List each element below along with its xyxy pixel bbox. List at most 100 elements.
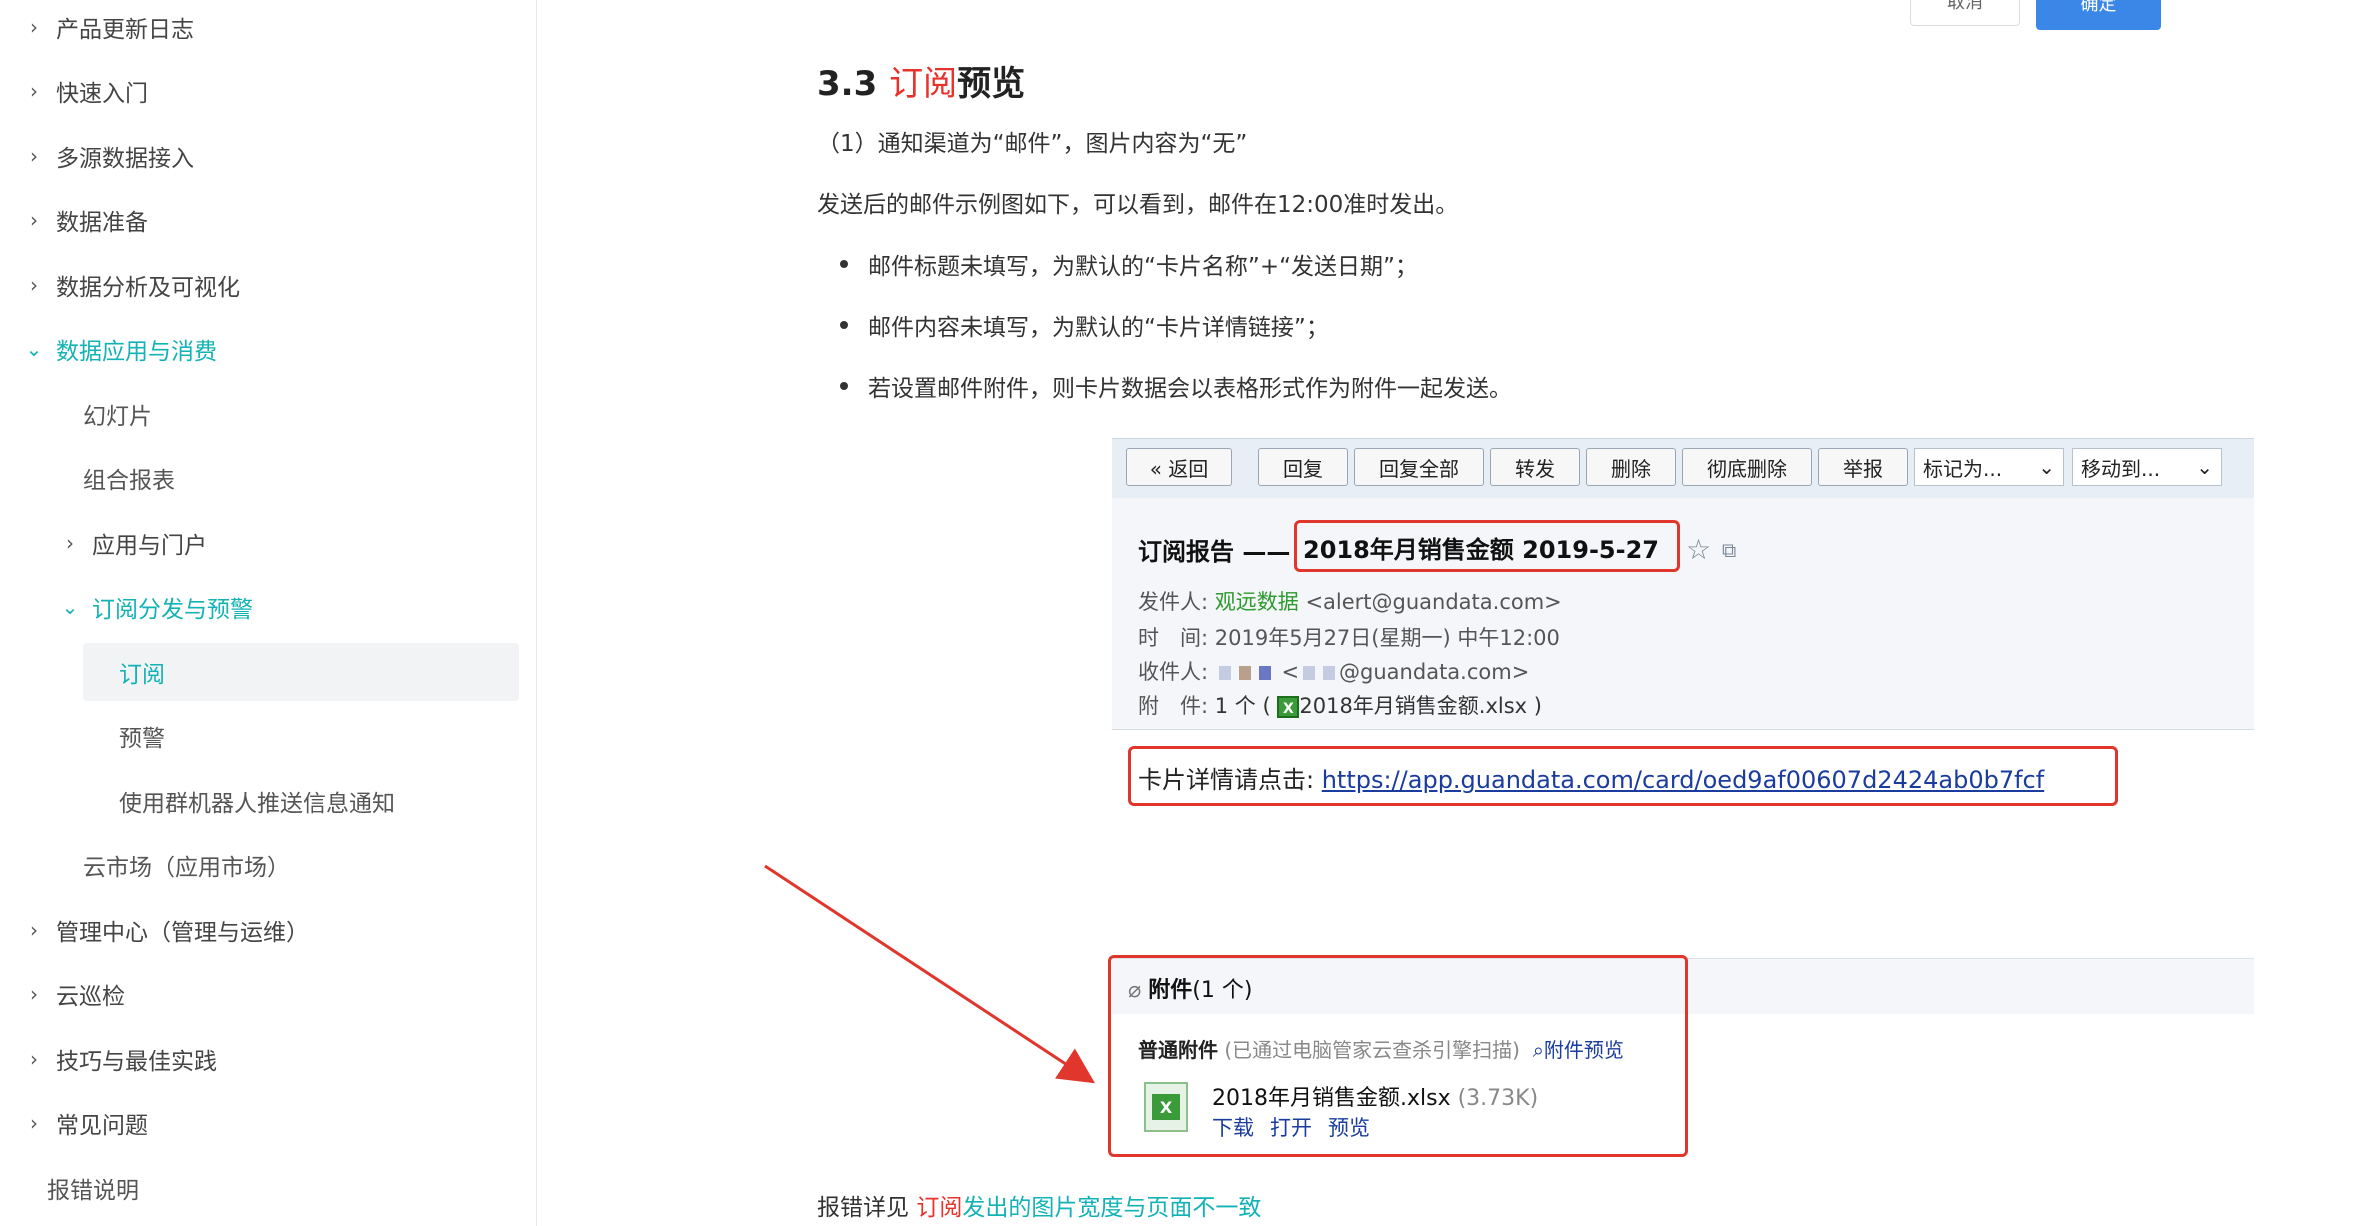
report-button[interactable]: 举报 xyxy=(1818,448,1908,486)
forward-button[interactable]: 转发 xyxy=(1490,448,1580,486)
sidebar-item-label: 幻灯片 xyxy=(83,404,152,430)
attach-file-link[interactable]: 2018年月销售金额.xlsx xyxy=(1299,694,1527,718)
redacted-block xyxy=(1218,666,1231,680)
sidebar-item-label: 技巧与最佳实践 xyxy=(56,1049,217,1075)
chevron-right-icon: › xyxy=(30,1111,38,1135)
sidebar-item-label: 报错说明 xyxy=(47,1178,139,1204)
highlight-box-attachment xyxy=(1108,955,1688,1157)
sidebar-item-label: 云巡检 xyxy=(56,984,125,1010)
sender-line: 发件人: 观远数据 <alert@guandata.com> xyxy=(1138,586,1562,616)
chevron-down-icon: ⌄ xyxy=(2038,455,2055,479)
sidebar-item-data-sources[interactable]: › 多源数据接入 xyxy=(22,139,194,173)
sidebar-item-slides[interactable]: 幻灯片 xyxy=(83,397,152,431)
move-to-select[interactable]: 移动到... ⌄ xyxy=(2072,448,2222,486)
popout-icon[interactable]: ⧉ xyxy=(1722,538,1736,562)
redacted-block xyxy=(1323,666,1336,680)
sidebar-item-combined-reports[interactable]: 组合报表 xyxy=(83,461,175,495)
attach-count: 1 个 ( xyxy=(1214,694,1278,718)
back-button[interactable]: « 返回 xyxy=(1126,448,1232,486)
highlight-box-subject xyxy=(1294,520,1680,572)
excel-icon: X xyxy=(1277,696,1300,718)
recipient-label: 收件人: xyxy=(1138,660,1215,684)
sender-email: <alert@guandata.com> xyxy=(1298,590,1562,614)
heading-rest: 预览 xyxy=(957,64,1026,104)
sidebar-item-label: 预警 xyxy=(119,726,165,752)
sidebar-item-label: 组合报表 xyxy=(83,468,175,494)
bullet-item: 邮件内容未填写，为默认的“卡片详情链接”； xyxy=(840,308,1329,342)
sidebar-item-alert[interactable]: 预警 xyxy=(119,719,165,753)
sidebar-item-subscribe-alert[interactable]: ⌄ 订阅分发与预警 xyxy=(58,590,253,624)
sidebar-item-label: 数据应用与消费 xyxy=(56,339,217,365)
attach-close: ) xyxy=(1527,694,1542,718)
sender-name[interactable]: 观远数据 xyxy=(1215,590,1299,614)
sidebar-item-tips[interactable]: › 技巧与最佳实践 xyxy=(22,1042,217,1076)
sender-label: 发件人: xyxy=(1138,590,1215,614)
chevron-right-icon: › xyxy=(30,273,38,297)
chevron-right-icon: › xyxy=(30,79,38,103)
chevron-right-icon: › xyxy=(30,1047,38,1071)
email-title-prefix: 订阅报告 —— xyxy=(1138,538,1291,566)
sidebar-item-data-prep[interactable]: › 数据准备 xyxy=(22,203,148,237)
sidebar-item-analysis[interactable]: › 数据分析及可视化 xyxy=(22,268,240,302)
redacted-block xyxy=(1238,666,1251,680)
bullet-item: 若设置邮件附件，则卡片数据会以表格形式作为附件一起发送。 xyxy=(840,369,1512,403)
sidebar-item-cloud-market[interactable]: 云市场（应用市场） xyxy=(83,848,290,882)
sidebar-item-quickstart[interactable]: › 快速入门 xyxy=(22,74,148,108)
chevron-down-icon: ⌄ xyxy=(25,337,43,361)
mark-as-select[interactable]: 标记为... ⌄ xyxy=(1914,448,2064,486)
sidebar-item-label: 常见问题 xyxy=(56,1113,148,1139)
cancel-button[interactable]: 取消 xyxy=(1910,0,2020,26)
sidebar-item-label: 多源数据接入 xyxy=(56,146,194,172)
time-label: 时 间: xyxy=(1138,626,1215,650)
sidebar-item-admin-center[interactable]: › 管理中心（管理与运维） xyxy=(22,913,309,947)
chevron-down-icon: ⌄ xyxy=(2196,455,2213,479)
delete-button[interactable]: 删除 xyxy=(1586,448,1676,486)
description-text: 发送后的邮件示例图如下，可以看到，邮件在12:00准时发出。 xyxy=(817,192,1459,218)
chevron-right-icon: › xyxy=(30,918,38,942)
sidebar-item-label: 订阅 xyxy=(119,662,165,688)
permanent-delete-button[interactable]: 彻底删除 xyxy=(1682,448,1812,486)
bullet-text: 邮件内容未填写，为默认的“卡片详情链接”； xyxy=(868,315,1329,341)
mark-as-label: 标记为... xyxy=(1923,456,2003,481)
chevron-right-icon: › xyxy=(30,982,38,1006)
chevron-right-icon: › xyxy=(30,144,38,168)
heading-highlight: 订阅 xyxy=(889,64,958,104)
redacted-block xyxy=(1303,666,1316,680)
sidebar-item-label: 快速入门 xyxy=(56,81,148,107)
bullet-item: 邮件标题未填写，为默认的“卡片名称”+“发送日期”； xyxy=(840,247,1418,281)
confirm-button[interactable]: 确定 xyxy=(2036,0,2161,30)
item-1-text: （1）通知渠道为“邮件”，图片内容为“无” xyxy=(817,131,1248,157)
attach-label: 附 件: xyxy=(1138,694,1215,718)
attach-line: 附 件: 1 个 ( X 2018年月销售金额.xlsx ) xyxy=(1138,690,1542,720)
recipient-line: 收件人: < @guandata.com> xyxy=(1138,660,1530,684)
sidebar-item-label: 云市场（应用市场） xyxy=(83,855,290,881)
chevron-down-icon: ⌄ xyxy=(61,595,79,619)
bullet-text: 若设置邮件附件，则卡片数据会以表格形式作为附件一起发送。 xyxy=(868,376,1512,402)
footer-link[interactable]: 发出的图片宽度与页面不一致 xyxy=(962,1195,1261,1221)
sidebar-item-group-robot[interactable]: 使用群机器人推送信息通知 xyxy=(119,784,395,818)
chevron-right-icon: › xyxy=(30,15,38,39)
sidebar-item-label: 数据分析及可视化 xyxy=(56,275,240,301)
reply-all-button[interactable]: 回复全部 xyxy=(1354,448,1484,486)
sidebar-item-label: 应用与门户 xyxy=(92,533,207,559)
move-to-label: 移动到... xyxy=(2081,456,2161,481)
recipient-email: @guandata.com> xyxy=(1339,660,1530,684)
highlight-box-card-link xyxy=(1128,746,2118,806)
sidebar-item-changelog[interactable]: › 产品更新日志 xyxy=(22,10,194,44)
sidebar-item-label: 管理中心（管理与运维） xyxy=(56,920,309,946)
reply-button[interactable]: 回复 xyxy=(1258,448,1348,486)
heading-number: 3.3 xyxy=(817,64,890,104)
section-heading: 3.3 订阅预览 xyxy=(817,56,1025,105)
sidebar-item-data-apps[interactable]: ⌄ 数据应用与消费 xyxy=(22,332,217,366)
sidebar-item-label: 使用群机器人推送信息通知 xyxy=(119,791,395,817)
star-icon[interactable]: ☆ xyxy=(1686,533,1711,566)
footer-highlight[interactable]: 订阅 xyxy=(916,1195,962,1221)
sidebar-item-errors[interactable]: 报错说明 xyxy=(47,1171,139,1205)
sidebar-item-cloud-inspect[interactable]: › 云巡检 xyxy=(22,977,125,1011)
sidebar-item-subscribe[interactable]: 订阅 xyxy=(119,655,165,689)
time-line: 时 间: 2019年5月27日(星期一) 中午12:00 xyxy=(1138,622,1560,652)
time-value: 2019年5月27日(星期一) 中午12:00 xyxy=(1214,626,1560,650)
sidebar-item-faq[interactable]: › 常见问题 xyxy=(22,1106,148,1140)
footer-line: 报错详见 订阅发出的图片宽度与页面不一致 xyxy=(817,1188,1261,1222)
sidebar-item-apps-portals[interactable]: › 应用与门户 xyxy=(58,526,207,560)
